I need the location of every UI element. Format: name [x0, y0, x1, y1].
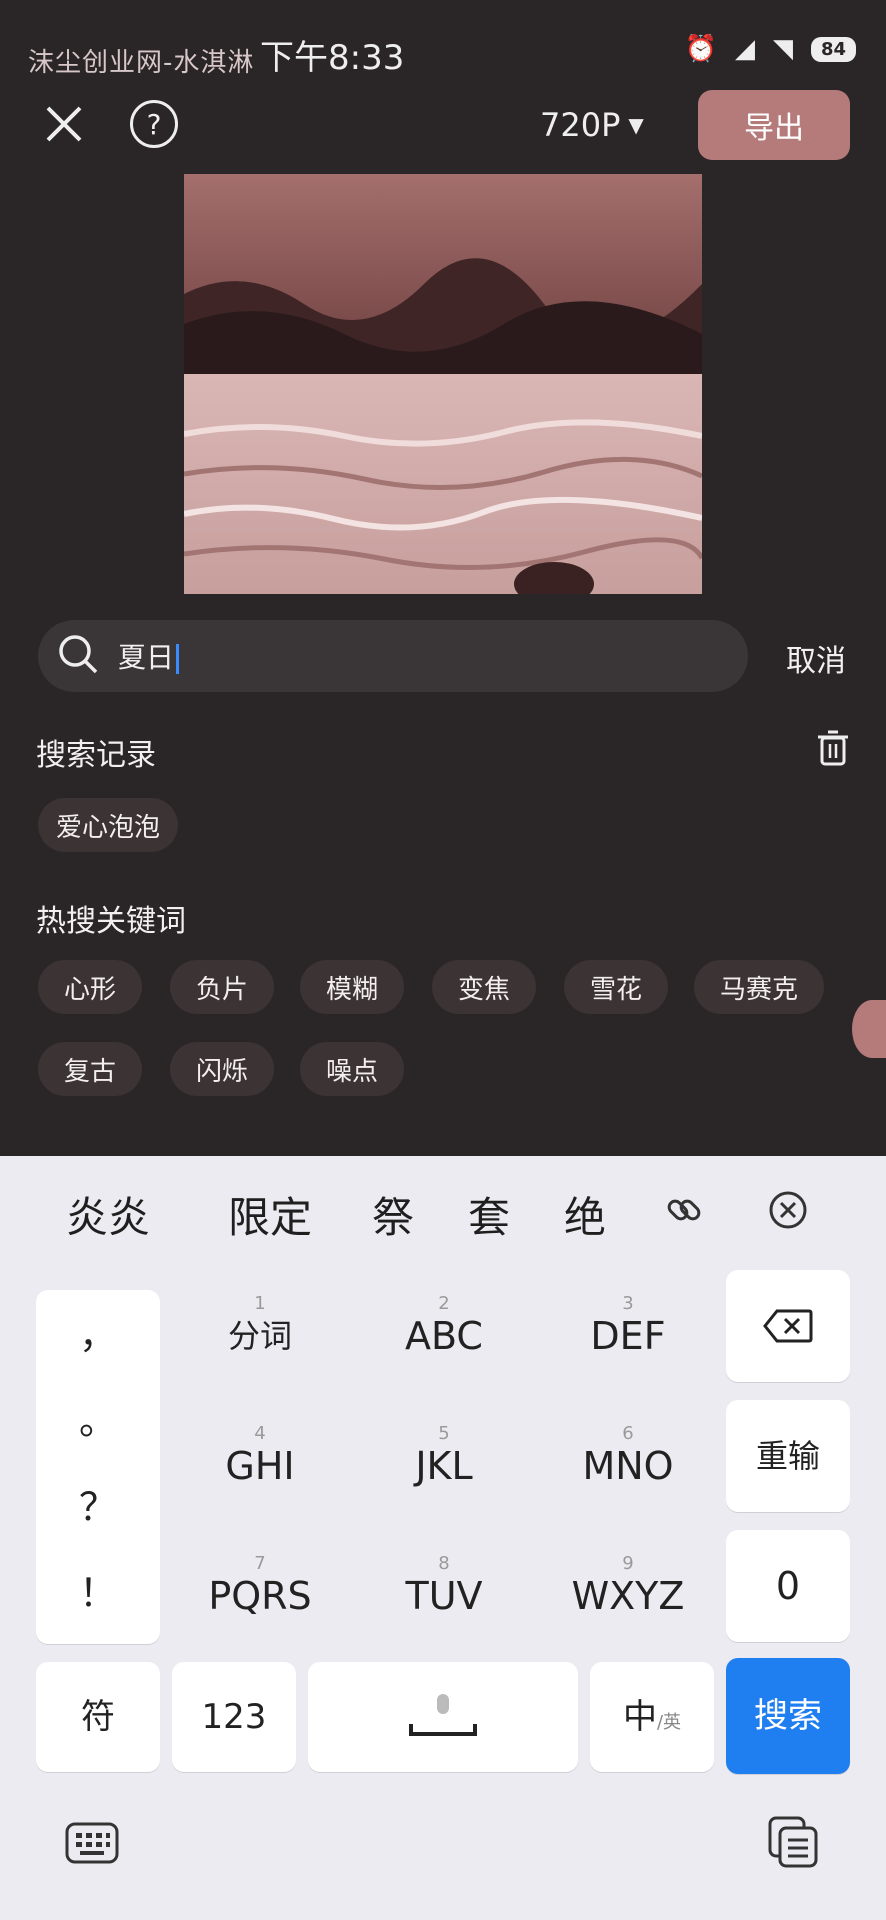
battery-indicator: 84: [810, 36, 856, 62]
candidate-word[interactable]: 祭: [372, 1184, 414, 1245]
export-button[interactable]: 导出: [698, 90, 850, 160]
key-number: 9: [622, 1553, 634, 1574]
key-number: 1: [254, 1293, 266, 1314]
language-switch-key[interactable]: 中 /英: [590, 1662, 714, 1772]
help-button[interactable]: ?: [130, 100, 178, 148]
key-number: 2: [438, 1293, 450, 1314]
search-query: 夏日: [118, 641, 175, 674]
key-label: TUV: [405, 1574, 483, 1618]
key-label: DEF: [590, 1314, 666, 1358]
punct-key[interactable]: ！: [36, 1562, 160, 1617]
punct-key[interactable]: 。: [36, 1390, 160, 1445]
search-input[interactable]: 夏日: [118, 636, 180, 676]
key-sublabel: /英: [656, 1712, 682, 1733]
wifi-icon: ◥: [772, 34, 793, 64]
key-number: 7: [254, 1553, 266, 1574]
clipboard-icon[interactable]: [766, 1814, 820, 1870]
key-label: 重输: [755, 1437, 820, 1475]
cancel-button[interactable]: 取消: [786, 636, 846, 680]
chevron-down-icon: ▼: [628, 113, 644, 137]
t9-key-6[interactable]: 6 MNO: [546, 1400, 710, 1512]
keyboard-icon[interactable]: [64, 1818, 120, 1868]
hot-chip[interactable]: 雪花: [564, 960, 668, 1014]
history-chip[interactable]: 爱心泡泡: [38, 798, 178, 852]
trash-icon[interactable]: [818, 730, 848, 766]
hot-chip[interactable]: 闪烁: [170, 1042, 274, 1096]
zero-key[interactable]: 0: [726, 1530, 850, 1642]
hot-chip[interactable]: 变焦: [432, 960, 536, 1014]
floating-side-handle[interactable]: [852, 1000, 886, 1058]
reenter-key[interactable]: 重输: [726, 1400, 850, 1512]
history-title: 搜索记录: [36, 738, 156, 773]
key-label: MNO: [582, 1444, 674, 1488]
t9-key-8[interactable]: 8 TUV: [362, 1530, 526, 1642]
backspace-icon: [763, 1309, 813, 1343]
key-label: 中: [622, 1697, 657, 1737]
close-icon: [46, 106, 82, 142]
number-mode-key[interactable]: 123: [172, 1662, 296, 1772]
candidate-word[interactable]: 炎炎: [66, 1184, 150, 1245]
t9-key-1[interactable]: 1 分词: [178, 1270, 342, 1382]
key-number: 4: [254, 1423, 266, 1444]
collapse-candidates-icon[interactable]: [768, 1190, 808, 1230]
t9-key-4[interactable]: 4 GHI: [178, 1400, 342, 1512]
status-time: 下午8:33: [260, 38, 405, 78]
key-number: 3: [622, 1293, 634, 1314]
key-label: JKL: [415, 1444, 473, 1488]
status-icons: ⏰ ◢ ◥ 84: [685, 34, 856, 64]
hot-chip[interactable]: 噪点: [300, 1042, 404, 1096]
t9-key-9[interactable]: 9 WXYZ: [546, 1530, 710, 1642]
candidate-word[interactable]: 套: [468, 1184, 510, 1245]
video-preview[interactable]: [184, 174, 702, 594]
hot-chip[interactable]: 模糊: [300, 960, 404, 1014]
search-key[interactable]: 搜索: [726, 1658, 850, 1774]
resolution-selector[interactable]: 720P ▼: [540, 106, 644, 144]
key-label: 搜索: [754, 1696, 822, 1736]
signal-icon: ◢: [734, 34, 755, 64]
resolution-label: 720P: [540, 106, 621, 144]
punct-key[interactable]: ？: [36, 1476, 160, 1531]
candidate-word[interactable]: 限定: [228, 1184, 312, 1245]
candidate-word[interactable]: 绝: [564, 1184, 606, 1245]
text-cursor: [176, 644, 180, 674]
t9-key-5[interactable]: 5 JKL: [362, 1400, 526, 1512]
key-number: 5: [438, 1423, 450, 1444]
key-label: 123: [201, 1697, 267, 1737]
link-icon[interactable]: [664, 1190, 704, 1230]
key-number: 6: [622, 1423, 634, 1444]
space-mic-icon: [409, 1694, 477, 1736]
hot-chip[interactable]: 负片: [170, 960, 274, 1014]
key-label: GHI: [225, 1444, 295, 1488]
search-icon: [56, 632, 100, 676]
alarm-icon: ⏰: [684, 34, 717, 64]
close-button[interactable]: [40, 100, 88, 148]
hot-chip[interactable]: 复古: [38, 1042, 142, 1096]
backspace-key[interactable]: [726, 1270, 850, 1382]
key-label: PQRS: [208, 1574, 312, 1618]
key-number: 8: [438, 1553, 450, 1574]
hot-chip[interactable]: 马赛克: [694, 960, 824, 1014]
question-icon: ?: [146, 107, 162, 141]
key-label: 0: [775, 1564, 801, 1608]
key-label: WXYZ: [571, 1574, 685, 1618]
key-label: ABC: [405, 1314, 483, 1358]
key-label: 符: [81, 1697, 115, 1737]
hot-keywords-title: 热搜关键词: [36, 904, 186, 939]
symbol-key[interactable]: 符: [36, 1662, 160, 1772]
t9-key-7[interactable]: 7 PQRS: [178, 1530, 342, 1642]
t9-key-3[interactable]: 3 DEF: [546, 1270, 710, 1382]
preview-image: [184, 174, 702, 594]
t9-key-2[interactable]: 2 ABC: [362, 1270, 526, 1382]
space-key[interactable]: [308, 1662, 578, 1772]
watermark-text: 沫尘创业网-水淇淋: [28, 48, 255, 78]
punct-key[interactable]: ，: [36, 1304, 160, 1359]
key-label: 分词: [227, 1317, 292, 1355]
hot-chip[interactable]: 心形: [38, 960, 142, 1014]
